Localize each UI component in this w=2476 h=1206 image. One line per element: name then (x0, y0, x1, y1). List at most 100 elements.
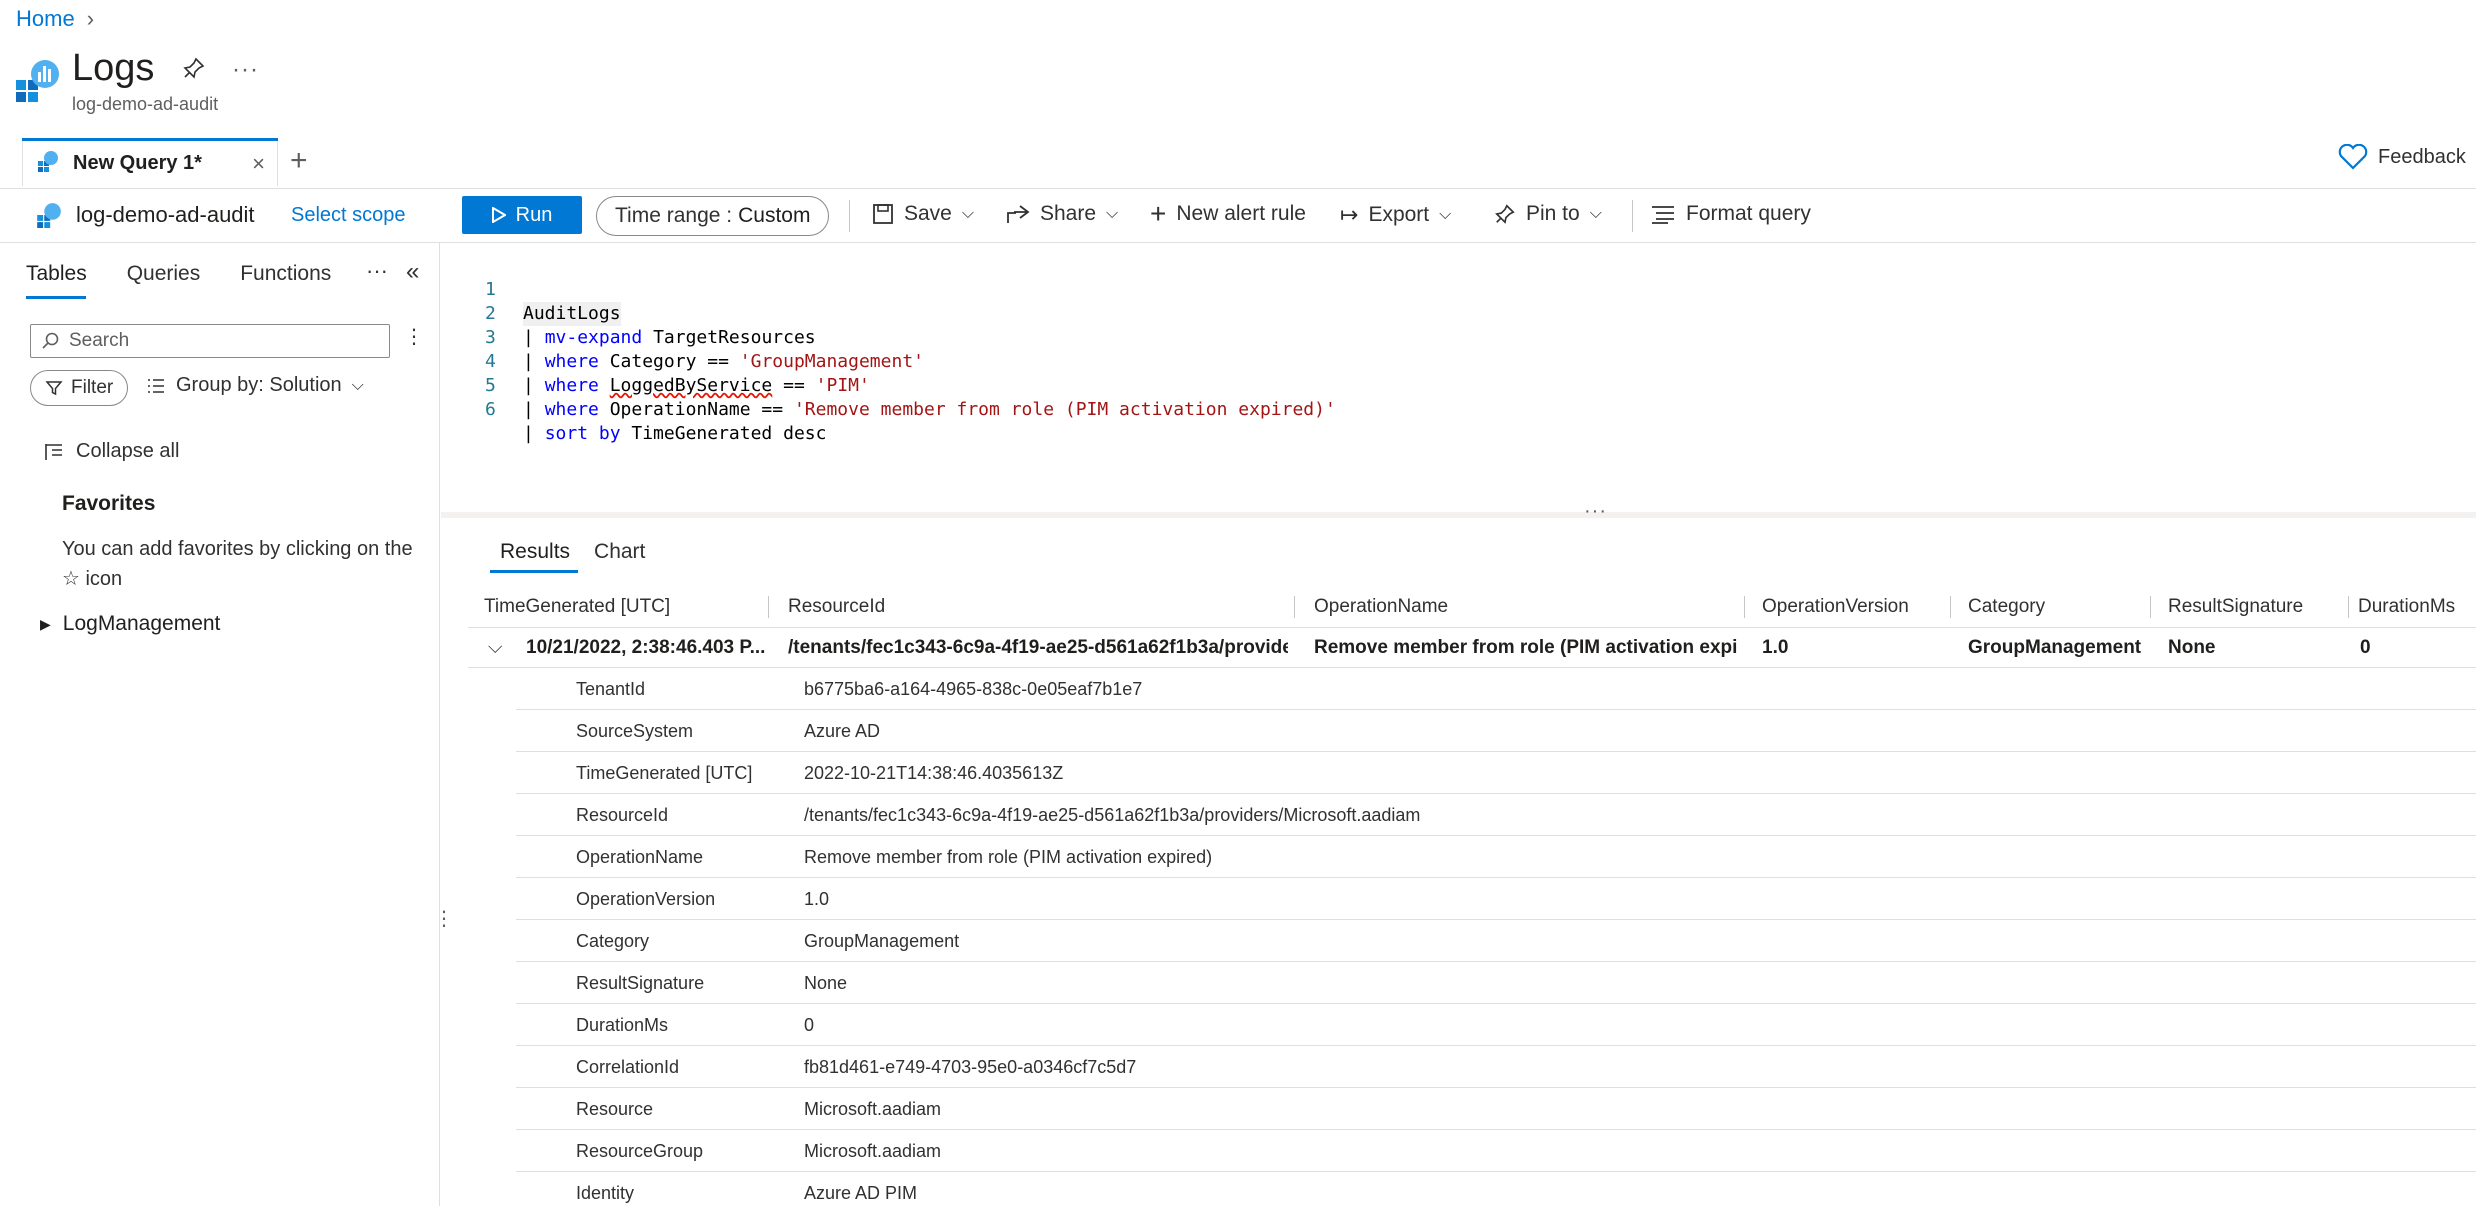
tab-results[interactable]: Results (500, 540, 570, 572)
breadcrumb-home-link[interactable]: Home (16, 6, 75, 32)
column-resize-handle[interactable] (2348, 596, 2349, 618)
time-range-label: Time range : (615, 204, 733, 227)
export-button[interactable]: ↦ Export ⌵ (1340, 202, 1451, 228)
editor-results-splitter[interactable] (441, 512, 2476, 518)
detail-row: ResultSignature None (516, 962, 2476, 1004)
detail-key: OperationName (576, 846, 704, 867)
line-number: 4 (485, 351, 496, 372)
column-resize-handle[interactable] (768, 596, 769, 618)
search-placeholder: Search (69, 330, 130, 351)
detail-value: b6775ba6-a164-4965-838c-0e05eaf7b1e7 (804, 678, 1143, 699)
results-tabs: Results Chart (500, 540, 645, 572)
detail-key: OperationVersion (576, 888, 716, 909)
column-header[interactable]: Category (1968, 586, 2045, 628)
code-line-4: | where LoggedByService == 'PIM' (523, 375, 870, 396)
table-cell: GroupManagement (1968, 637, 2142, 658)
save-icon (873, 204, 893, 224)
detail-value: 2022-10-21T14:38:46.4035613Z (804, 762, 1064, 783)
collapse-all-icon (45, 443, 62, 460)
caret-right-icon: ▶ (40, 615, 51, 632)
heart-icon (2338, 144, 2368, 170)
code-line-1: AuditLogs (523, 302, 621, 326)
add-tab-button[interactable]: + (290, 144, 308, 178)
run-button[interactable]: Run (462, 196, 582, 234)
line-number: 5 (485, 375, 496, 396)
splitter-handle-icon[interactable]: ··· (1584, 500, 1607, 523)
pin-to-label: Pin to (1526, 202, 1580, 225)
detail-value: Azure AD (804, 720, 881, 741)
page-subtitle: log-demo-ad-audit (72, 94, 219, 114)
group-by-dropdown[interactable]: Group by: Solution ⌵ (146, 374, 364, 397)
more-options-icon[interactable]: ··· (232, 56, 259, 84)
feedback-label: Feedback (2378, 145, 2466, 168)
filter-label: Filter (71, 377, 114, 398)
panel-splitter-handle[interactable]: ⋮ (434, 906, 454, 931)
column-header[interactable]: ResultSignature (2168, 586, 2303, 628)
workspace-icon (36, 202, 62, 234)
table-cell: 10/21/2022, 2:38:46.403 P... (526, 637, 766, 658)
time-range-picker[interactable]: Time range : Custom (596, 196, 830, 236)
detail-row: OperationVersion 1.0 (516, 878, 2476, 920)
tab-queries[interactable]: Queries (127, 262, 201, 286)
vertical-more-icon[interactable]: ⋮ (404, 324, 424, 349)
detail-row: Identity Azure AD PIM (516, 1172, 2476, 1206)
search-input[interactable]: Search (30, 324, 390, 358)
chevron-down-icon: ⌵ (1589, 205, 1602, 222)
tree-item-logmanagement[interactable]: ▶ LogManagement (40, 612, 220, 636)
pin-icon[interactable] (182, 56, 206, 86)
select-scope-link[interactable]: Select scope (291, 204, 406, 227)
query-editor[interactable]: 1 AuditLogs 2 | mv-expand TargetResource… (441, 244, 2476, 514)
detail-value: GroupManagement (804, 930, 960, 951)
share-button[interactable]: Share ⌵ (1006, 202, 1118, 226)
column-resize-handle[interactable] (2150, 596, 2151, 618)
column-resize-handle[interactable] (1294, 596, 1295, 618)
query-tab-label: New Query 1* (73, 152, 202, 174)
more-options-icon[interactable]: ··· (366, 258, 388, 284)
column-header[interactable]: OperationName (1314, 586, 1448, 628)
code-line-6: | sort by TimeGenerated desc (523, 423, 827, 444)
filter-icon (45, 381, 63, 396)
column-header[interactable]: DurationMs (2358, 586, 2455, 628)
table-cell: 1.0 (1762, 637, 1789, 658)
detail-key: TenantId (576, 678, 646, 699)
column-resize-handle[interactable] (1950, 596, 1951, 618)
line-number: 6 (485, 399, 496, 420)
results-grid-header: TimeGenerated [UTC] ResourceId Operation… (468, 586, 2476, 628)
table-row[interactable]: ⌵ 10/21/2022, 2:38:46.403 P... /tenants/… (468, 628, 2476, 668)
column-header[interactable]: OperationVersion (1762, 586, 1909, 628)
column-resize-handle[interactable] (1744, 596, 1745, 618)
detail-value: Microsoft.aadiam (804, 1098, 942, 1119)
chevron-right-icon: › (86, 6, 95, 31)
time-range-value: Custom (738, 204, 811, 227)
tab-new-query-1[interactable]: New Query 1* × (22, 140, 278, 186)
chevron-down-icon[interactable]: ⌵ (488, 628, 502, 668)
logs-logo-icon (14, 54, 60, 110)
format-query-button[interactable]: Format query (1650, 202, 1811, 226)
detail-key: Identity (576, 1182, 635, 1203)
close-icon[interactable]: × (252, 151, 265, 177)
code-line-5: | where OperationName == 'Remove member … (523, 399, 1336, 420)
detail-value: fb81d461-e749-4703-95e0-a0346cf7c5d7 (804, 1056, 1137, 1077)
collapse-all-button[interactable]: Collapse all (44, 440, 179, 463)
new-alert-rule-button[interactable]: + New alert rule (1150, 200, 1306, 228)
detail-value: Azure AD PIM (804, 1182, 918, 1203)
pin-to-button[interactable]: Pin to ⌵ (1494, 202, 1602, 226)
detail-value: 1.0 (804, 888, 830, 909)
schema-tabs: Tables Queries Functions (26, 262, 331, 286)
tab-tables[interactable]: Tables (26, 262, 87, 286)
table-cell: None (2168, 637, 2216, 658)
filter-button[interactable]: Filter (30, 370, 129, 406)
tab-chart[interactable]: Chart (594, 540, 645, 572)
scope-name: log-demo-ad-audit (76, 202, 255, 227)
chevron-down-icon: ⌵ (351, 376, 364, 394)
detail-key: ResultSignature (576, 972, 705, 993)
detail-value: Remove member from role (PIM activation … (804, 846, 1213, 867)
collapse-all-label: Collapse all (76, 440, 180, 462)
feedback-button[interactable]: Feedback (2338, 144, 2466, 170)
column-header[interactable]: TimeGenerated [UTC] (484, 586, 670, 628)
code-line-3: | where Category == 'GroupManagement' (523, 351, 924, 372)
tab-functions[interactable]: Functions (240, 262, 331, 286)
collapse-panel-icon[interactable]: « (406, 258, 419, 286)
save-button[interactable]: Save ⌵ (872, 202, 974, 226)
column-header[interactable]: ResourceId (788, 586, 885, 628)
